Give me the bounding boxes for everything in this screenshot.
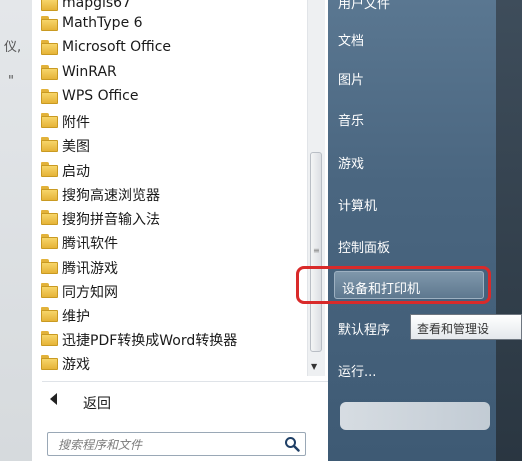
program-folder-sogou-browser[interactable]: 搜狗高速浏览器 — [32, 182, 302, 206]
program-label: WPS Office — [62, 88, 139, 104]
right-item-user-files[interactable]: 用户文件 — [338, 0, 390, 12]
program-folder-winrar[interactable]: WinRAR — [32, 61, 302, 85]
program-label: MathType 6 — [62, 15, 143, 31]
back-button[interactable]: 返回 — [40, 388, 170, 414]
search-icon[interactable] — [284, 436, 300, 452]
folder-icon — [41, 259, 58, 274]
right-item-pictures[interactable]: 图片 — [338, 69, 364, 88]
program-folder-cnki[interactable]: 同方知网 — [32, 279, 302, 303]
program-label: WinRAR — [62, 64, 117, 80]
right-item-default-programs[interactable]: 默认程序 — [338, 319, 390, 338]
folder-icon — [41, 210, 58, 225]
folder-icon — [41, 355, 58, 370]
grip-icon: ≡ — [313, 246, 320, 255]
all-programs-pane: mapgis67 MathType 6 Microsoft Office Win… — [32, 0, 338, 461]
program-label: 启动 — [62, 164, 90, 180]
scroll-down-arrow-icon[interactable]: ▼ — [311, 362, 317, 371]
folder-icon — [41, 234, 58, 249]
right-item-music[interactable]: 音乐 — [338, 110, 364, 129]
program-folder-sogou-pinyin[interactable]: 搜狗拼音输入法 — [32, 206, 302, 230]
tooltip: 查看和管理设 — [410, 314, 522, 340]
start-menu-right-pane: 用户文件 文档 图片 音乐 游戏 计算机 控制面板 设备和打印机 默认程序 运行… — [328, 0, 496, 461]
folder-icon — [41, 283, 58, 298]
program-list-scrollbar[interactable]: ≡ ▼ — [307, 0, 325, 376]
program-folder-tencent-games[interactable]: 腾讯游戏 — [32, 255, 302, 279]
program-folder-startup[interactable]: 启动 — [32, 158, 302, 182]
scrollbar-thumb[interactable]: ≡ — [310, 152, 322, 352]
right-item-control-panel[interactable]: 控制面板 — [338, 237, 390, 256]
annotation-highlight-ring — [296, 266, 491, 304]
right-item-documents[interactable]: 文档 — [338, 30, 364, 49]
program-folder-games[interactable]: 游戏 — [32, 351, 302, 375]
program-folder-meitu[interactable]: 美图 — [32, 133, 302, 157]
search-box[interactable] — [47, 432, 306, 456]
right-item-run[interactable]: 运行... — [338, 361, 376, 380]
folder-icon — [41, 307, 58, 322]
program-label: 美图 — [62, 139, 90, 155]
divider — [42, 381, 338, 382]
folder-icon — [41, 113, 58, 128]
search-input[interactable] — [58, 437, 278, 452]
program-label: 维护 — [62, 309, 90, 325]
program-folder-tencent-software[interactable]: 腾讯软件 — [32, 230, 302, 254]
folder-icon — [41, 89, 58, 104]
folder-icon — [41, 65, 58, 80]
folder-icon — [41, 137, 58, 152]
folder-icon — [41, 16, 58, 31]
program-label: Microsoft Office — [62, 39, 172, 55]
program-folder-wps-office[interactable]: WPS Office — [32, 85, 302, 109]
tooltip-text: 查看和管理设 — [417, 322, 490, 336]
shutdown-button[interactable] — [340, 402, 490, 430]
desktop-background — [496, 0, 522, 461]
program-folder-accessories[interactable]: 附件 — [32, 109, 302, 133]
program-label: mapgis67 — [62, 0, 131, 11]
program-folder-maintenance[interactable]: 维护 — [32, 303, 302, 327]
folder-icon — [41, 162, 58, 177]
program-label: 腾讯软件 — [62, 236, 118, 252]
back-arrow-icon — [50, 393, 57, 405]
background-page: 仪, " — [0, 0, 36, 461]
folder-icon — [41, 186, 58, 201]
program-label: 腾讯游戏 — [62, 261, 118, 277]
right-item-computer[interactable]: 计算机 — [338, 195, 377, 214]
folder-icon — [41, 40, 58, 55]
program-label: 搜狗拼音输入法 — [62, 212, 160, 228]
back-label: 返回 — [83, 396, 111, 412]
background-text: 仪, — [4, 40, 22, 55]
program-label: 游戏 — [62, 357, 90, 373]
program-folder-pdf-converter[interactable]: 迅捷PDF转换成Word转换器 — [32, 327, 302, 351]
program-label: 搜狗高速浏览器 — [62, 188, 160, 204]
folder-icon — [41, 331, 58, 346]
program-folder-mathtype[interactable]: MathType 6 — [32, 12, 302, 36]
folder-icon — [41, 0, 58, 11]
program-folder-microsoft-office[interactable]: Microsoft Office — [32, 36, 302, 60]
program-label: 同方知网 — [62, 285, 118, 301]
background-text: " — [8, 74, 14, 89]
program-label: 附件 — [62, 115, 90, 131]
right-item-games[interactable]: 游戏 — [338, 153, 364, 172]
program-label: 迅捷PDF转换成Word转换器 — [62, 333, 238, 349]
